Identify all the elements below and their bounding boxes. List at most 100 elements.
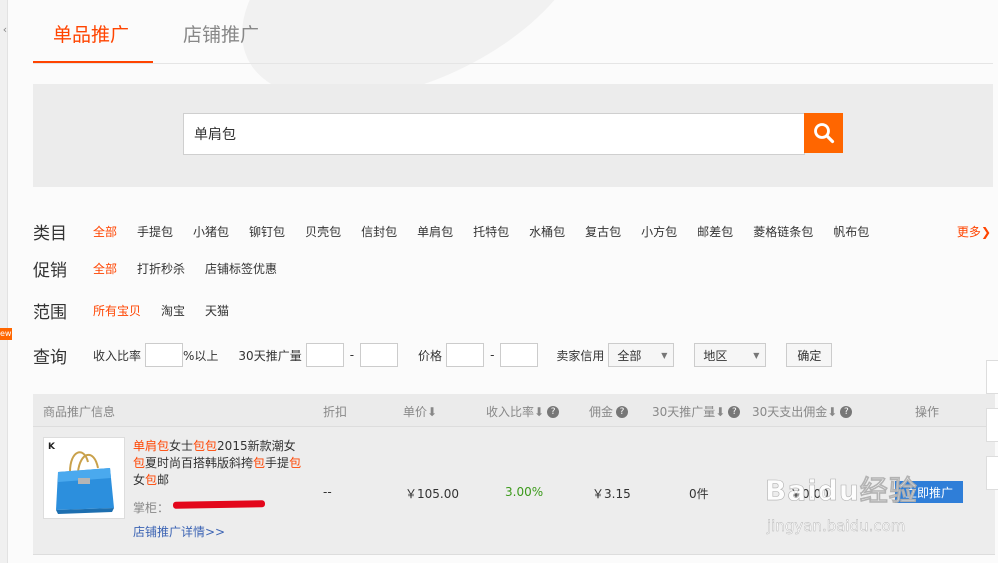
price-max-input[interactable] bbox=[500, 343, 539, 367]
handbag-image: K bbox=[44, 438, 124, 518]
volume-min-input[interactable] bbox=[305, 343, 344, 367]
left-edge-strip bbox=[0, 0, 8, 563]
filter-scope-label: 范围 bbox=[33, 302, 67, 323]
title-text: 夏时尚百搭韩版斜挎 bbox=[145, 456, 254, 470]
watermark-main-text: Baidu经验 bbox=[765, 474, 918, 508]
category-option[interactable]: 邮差包 bbox=[697, 223, 733, 240]
title-highlight: 包 bbox=[289, 456, 302, 470]
volume-label: 30天推广量 bbox=[238, 348, 302, 363]
income-ratio-value: 3.00% bbox=[505, 485, 544, 499]
chevron-down-icon: ❯ bbox=[980, 225, 991, 239]
category-option[interactable]: 手提包 bbox=[137, 223, 173, 240]
header-discount: 折扣 bbox=[323, 405, 348, 419]
price-value: ￥105.00 bbox=[405, 487, 459, 501]
title-highlight: 包包 bbox=[193, 439, 218, 453]
promotion-option[interactable]: 店铺标签优惠 bbox=[205, 260, 277, 277]
results-table-header: 商品推广信息 折扣 单价 ⬇ 收入比率 ⬇? 佣金? 30天推广量 ⬇? 30天支出佣… bbox=[33, 394, 995, 427]
filter-scope-row: 范围 所有宝贝 淘宝 天猫 bbox=[33, 297, 995, 323]
category-option[interactable]: 帆布包 bbox=[833, 223, 869, 240]
title-highlight: 包 bbox=[145, 473, 158, 487]
income-ratio-suffix: %以上 bbox=[183, 348, 219, 363]
search-input[interactable] bbox=[183, 113, 805, 155]
category-option[interactable]: 铆钉包 bbox=[249, 223, 285, 240]
filter-category-row: 类目 全部 手提包 小猪包 铆钉包 贝壳包 信封包 单肩包 托特包 水桶包 复古… bbox=[33, 218, 995, 244]
title-text: 女 bbox=[133, 473, 146, 487]
header-commission-label: 佣金 bbox=[589, 405, 614, 419]
category-option[interactable]: 贝壳包 bbox=[305, 223, 341, 240]
more-categories-toggle[interactable]: 更多❯ bbox=[957, 223, 991, 240]
category-option[interactable]: 全部 bbox=[93, 223, 117, 240]
title-text: 2015新款潮女 bbox=[217, 439, 296, 453]
category-option[interactable]: 托特包 bbox=[473, 223, 509, 240]
scope-option[interactable]: 淘宝 bbox=[161, 302, 185, 319]
shop-promotion-details-link[interactable]: 店铺推广详情>> bbox=[133, 523, 225, 540]
seller-credit-select[interactable]: 全部 ▼ bbox=[608, 343, 675, 367]
volume-max-input[interactable] bbox=[360, 343, 399, 367]
category-option[interactable]: 单肩包 bbox=[417, 223, 453, 240]
price-min-input[interactable] bbox=[446, 343, 485, 367]
search-button[interactable] bbox=[804, 113, 843, 153]
price-range-dash: - bbox=[490, 348, 495, 362]
filter-category-label: 类目 bbox=[33, 223, 67, 244]
sort-down-arrow-icon: ⬇ bbox=[715, 404, 726, 419]
category-option[interactable]: 信封包 bbox=[361, 223, 397, 240]
title-text: 女士 bbox=[169, 439, 194, 453]
sort-down-arrow-icon: ⬇ bbox=[427, 404, 438, 419]
header-income-label: 收入比率 bbox=[486, 405, 535, 419]
sort-volume[interactable]: 30天推广量 ⬇? bbox=[652, 403, 741, 420]
caret-down-icon: ▼ bbox=[753, 350, 760, 360]
region-value: 地区 bbox=[703, 348, 728, 363]
shopkeeper-label: 掌柜： bbox=[133, 501, 170, 515]
category-option[interactable]: 小方包 bbox=[641, 223, 677, 240]
sort-spend[interactable]: 30天支出佣金 ⬇? bbox=[752, 403, 853, 420]
tab-shop-promotion[interactable]: 店铺推广 bbox=[183, 20, 259, 63]
header-commission: 佣金? bbox=[589, 403, 629, 420]
help-icon[interactable]: ? bbox=[616, 405, 629, 418]
title-highlight: 包 bbox=[253, 456, 266, 470]
new-badge: ew bbox=[0, 328, 12, 340]
sort-income[interactable]: 收入比率 ⬇? bbox=[486, 403, 560, 420]
help-icon[interactable]: ? bbox=[728, 405, 741, 418]
promotion-option[interactable]: 全部 bbox=[93, 260, 117, 277]
category-option[interactable]: 水桶包 bbox=[529, 223, 565, 240]
side-float-tab[interactable] bbox=[986, 408, 998, 442]
scope-option[interactable]: 天猫 bbox=[205, 302, 229, 319]
category-option[interactable]: 小猪包 bbox=[193, 223, 229, 240]
header-volume-label: 30天推广量 bbox=[652, 405, 716, 419]
header-action: 操作 bbox=[915, 405, 940, 419]
side-float-tab[interactable] bbox=[986, 360, 998, 394]
category-option[interactable]: 菱格链条包 bbox=[753, 223, 813, 240]
title-highlight: 包 bbox=[133, 456, 146, 470]
confirm-button[interactable]: 确定 bbox=[786, 343, 833, 367]
filter-promotion-row: 促销 全部 打折秒杀 店铺标签优惠 bbox=[33, 255, 995, 281]
baidu-jingyan-watermark: Baidu经验 jingyan.baidu.com bbox=[765, 455, 985, 545]
title-text: 手提 bbox=[265, 456, 290, 470]
help-icon[interactable]: ? bbox=[840, 405, 853, 418]
search-area bbox=[33, 84, 993, 187]
product-thumbnail[interactable]: K bbox=[43, 437, 125, 519]
discount-value: -- bbox=[323, 485, 332, 499]
caret-down-icon: ▼ bbox=[661, 350, 668, 360]
seller-credit-value: 全部 bbox=[617, 348, 642, 363]
product-title[interactable]: 单肩包女士包包2015新款潮女包夏时尚百搭韩版斜挎包手提包女包邮 bbox=[133, 438, 305, 489]
income-ratio-input[interactable] bbox=[145, 343, 184, 367]
sort-down-arrow-icon: ⬇ bbox=[534, 404, 545, 419]
collapse-arrow-icon[interactable]: ‹ bbox=[0, 22, 10, 38]
sort-price[interactable]: 单价 ⬇ bbox=[403, 403, 437, 420]
promotion-option[interactable]: 打折秒杀 bbox=[137, 260, 185, 277]
commission-value: ￥3.15 bbox=[592, 487, 631, 501]
side-float-tab[interactable] bbox=[986, 456, 998, 490]
tab-single-item-promotion[interactable]: 单品推广 bbox=[33, 20, 153, 63]
income-ratio-label: 收入比率 bbox=[93, 348, 142, 363]
scope-option[interactable]: 所有宝贝 bbox=[93, 302, 141, 319]
title-text: 邮 bbox=[157, 473, 170, 487]
region-select[interactable]: 地区 ▼ bbox=[694, 343, 767, 367]
category-option[interactable]: 复古包 bbox=[585, 223, 621, 240]
help-icon[interactable]: ? bbox=[547, 405, 560, 418]
watermark-url-text: jingyan.baidu.com bbox=[767, 517, 906, 535]
tab-bar: 单品推广 店铺推广 bbox=[33, 0, 993, 64]
filter-query-label: 查询 bbox=[33, 347, 67, 368]
header-spend-label: 30天支出佣金 bbox=[752, 405, 828, 419]
brand-logo: K bbox=[48, 442, 56, 452]
volume-value: 0件 bbox=[689, 487, 709, 501]
